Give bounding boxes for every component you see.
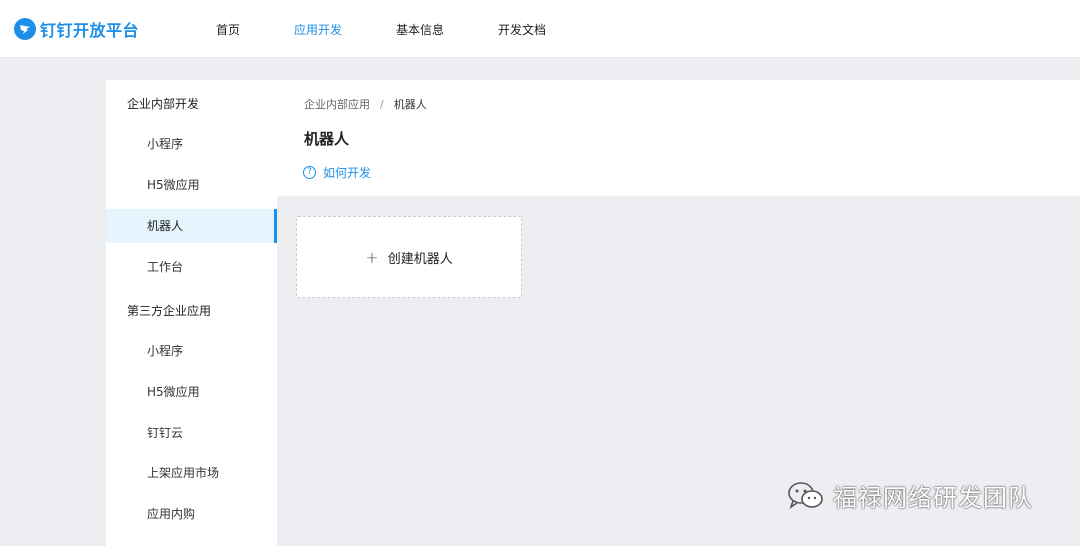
sidebar-item-mini-program[interactable]: 小程序 — [106, 127, 277, 161]
breadcrumb-separator: / — [380, 97, 384, 111]
question-circle-icon: ? — [303, 166, 316, 179]
sidebar-item-third-mini-program[interactable]: 小程序 — [106, 334, 277, 368]
page-title: 机器人 — [304, 130, 350, 148]
watermark: 福禄网络研发团队 — [787, 478, 1033, 513]
nav-app-development[interactable]: 应用开发 — [294, 21, 342, 38]
logo-text: 钉钉开放平台 — [40, 21, 140, 40]
nav-dev-docs[interactable]: 开发文档 — [498, 21, 546, 38]
sidebar-item-app-market[interactable]: 上架应用市场 — [106, 456, 277, 490]
breadcrumb: 企业内部应用 / 机器人 — [304, 96, 427, 112]
nav-basic-info[interactable]: 基本信息 — [396, 21, 444, 38]
create-robot-label: 创建机器人 — [387, 251, 453, 267]
breadcrumb-current: 机器人 — [393, 98, 427, 111]
sidebar-item-third-h5-app[interactable]: H5微应用 — [106, 375, 277, 409]
sidebar-item-robot[interactable]: 机器人 — [106, 209, 277, 243]
sidebar-item-workbench[interactable]: 工作台 — [106, 250, 277, 284]
nav-home[interactable]: 首页 — [216, 21, 240, 38]
sidebar-group-third-party: 第三方企业应用 — [127, 304, 212, 318]
sidebar-item-dingtalk-cloud[interactable]: 钉钉云 — [106, 416, 277, 450]
dingtalk-logo-icon — [14, 18, 36, 40]
breadcrumb-parent[interactable]: 企业内部应用 — [304, 96, 370, 112]
sidebar-group-internal: 企业内部开发 — [127, 97, 200, 111]
page-header: 企业内部应用 / 机器人 机器人 ? 如何开发 — [277, 80, 1080, 196]
top-navigation-bar: 钉钉开放平台 首页 应用开发 基本信息 开发文档 — [0, 0, 1080, 58]
help-link-label: 如何开发 — [323, 166, 372, 180]
plus-icon: + — [365, 247, 379, 267]
how-to-develop-link[interactable]: ? 如何开发 — [303, 164, 371, 181]
sidebar-item-in-app-purchase[interactable]: 应用内购 — [106, 497, 277, 531]
wechat-icon — [788, 481, 823, 509]
sidebar: 企业内部开发 小程序 H5微应用 机器人 工作台 第三方企业应用 小程序 H5微… — [106, 80, 277, 546]
sidebar-item-h5-app[interactable]: H5微应用 — [106, 168, 277, 202]
create-robot-button[interactable]: + 创建机器人 — [296, 216, 522, 298]
logo[interactable]: 钉钉开放平台 — [14, 17, 139, 41]
watermark-text: 福禄网络研发团队 — [833, 484, 1033, 512]
